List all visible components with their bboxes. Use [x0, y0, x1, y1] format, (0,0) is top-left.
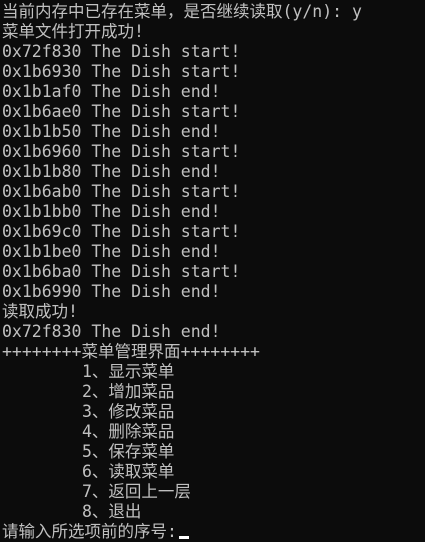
- output-line: 0x1b1b80 The Dish end!: [2, 162, 221, 181]
- output-line: 0x1b1be0 The Dish end!: [2, 242, 221, 261]
- menu-item-go-back: 7、返回上一层: [82, 482, 191, 501]
- output-line: 菜单文件打开成功!: [2, 22, 144, 41]
- output-line: 0x1b6960 The Dish start!: [2, 142, 241, 161]
- menu-item-read-menu: 6、读取菜单: [82, 462, 175, 481]
- output-line: 0x1b1bb0 The Dish end!: [2, 202, 221, 221]
- menu-item-edit-dish: 3、修改菜品: [82, 402, 175, 421]
- console-window[interactable]: 当前内存中已存在菜单，是否继续读取(y/n): y 菜单文件打开成功! 0x72…: [0, 0, 425, 541]
- output-line: 0x1b6ba0 The Dish start!: [2, 262, 241, 281]
- output-line: 0x72f830 The Dish end!: [2, 322, 221, 341]
- output-line: 当前内存中已存在菜单，是否继续读取(y/n): y: [2, 2, 362, 21]
- menu-header: ++++++++菜单管理界面++++++++: [2, 342, 260, 361]
- input-prompt-line[interactable]: 请输入所选项前的序号:: [2, 522, 425, 542]
- menu-item-exit: 8、退出: [82, 502, 142, 521]
- menu-item-save-menu: 5、保存菜单: [82, 442, 175, 461]
- text-cursor: [178, 536, 189, 539]
- output-line: 0x72f830 The Dish start!: [2, 42, 241, 61]
- output-line: 0x1b6ab0 The Dish start!: [2, 182, 241, 201]
- input-prompt: 请输入所选项前的序号:: [2, 522, 177, 541]
- output-line: 0x1b6ae0 The Dish start!: [2, 102, 241, 121]
- menu-item-show-menu: 1、显示菜单: [82, 362, 175, 381]
- output-line: 读取成功!: [2, 302, 78, 321]
- menu-item-add-dish: 2、增加菜品: [82, 382, 175, 401]
- output-line: 0x1b1af0 The Dish end!: [2, 82, 221, 101]
- menu-item-delete-dish: 4、删除菜品: [82, 422, 175, 441]
- output-line: 0x1b1b50 The Dish end!: [2, 122, 221, 141]
- output-line: 0x1b6930 The Dish start!: [2, 62, 241, 81]
- output-line: 0x1b6990 The Dish end!: [2, 282, 221, 301]
- output-line: 0x1b69c0 The Dish start!: [2, 222, 241, 241]
